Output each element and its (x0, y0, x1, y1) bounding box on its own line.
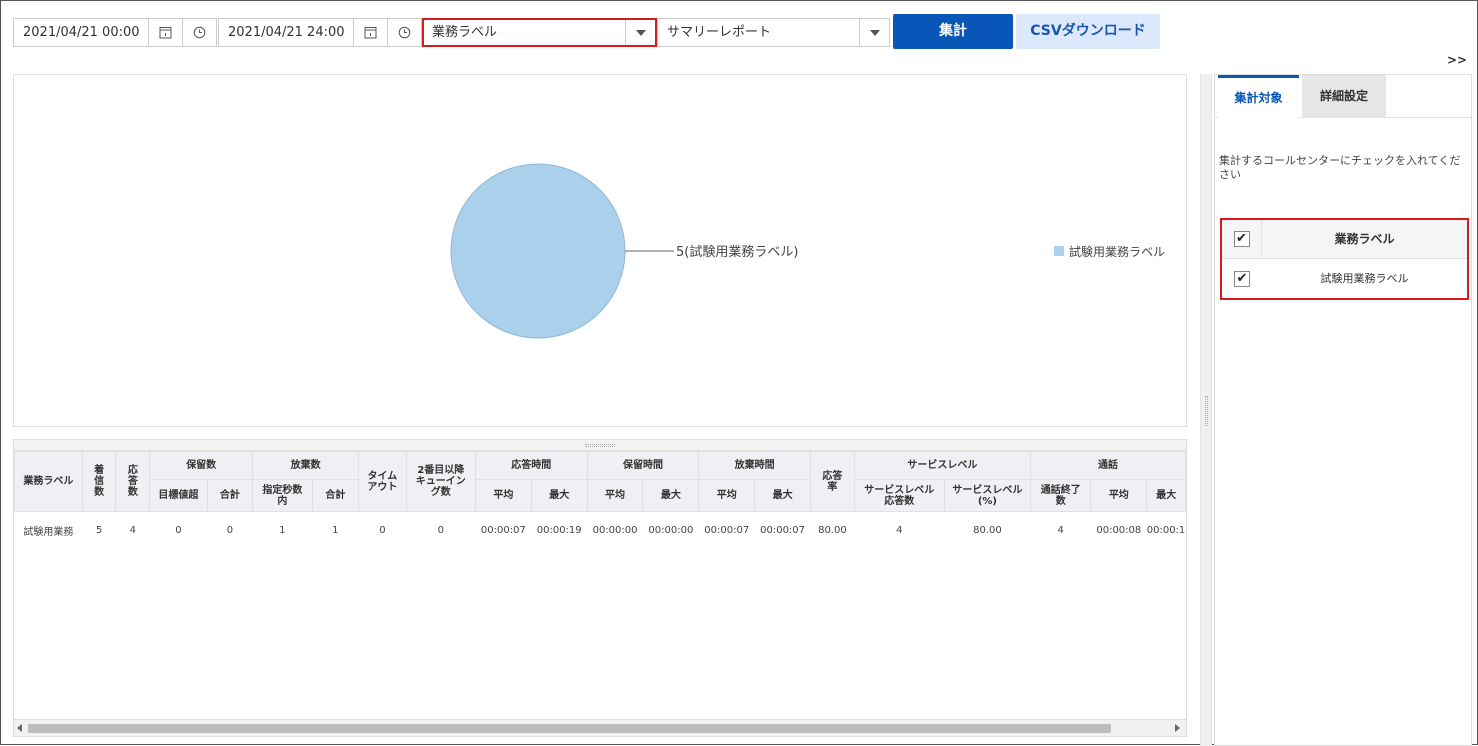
table-cell: 4 (896, 525, 903, 537)
legend-label[interactable]: 試験用業務ラベル (1069, 244, 1165, 259)
report-table-panel: 業務ラベル 着 信 数 応 答 数 保留数 放棄数 タイム アウト 2番目以降 … (13, 439, 1187, 737)
resize-handle[interactable] (14, 440, 1186, 451)
col-abandon-time-group: 放棄時間 (698, 451, 811, 480)
col-abandon-max[interactable]: 最大 (754, 479, 811, 512)
col-sl-pct[interactable]: サービスレベル (%) (943, 479, 1032, 512)
scroll-right-icon[interactable] (1175, 724, 1180, 732)
col-timeout[interactable]: タイム アウト (358, 451, 407, 512)
selection-header-row: ✔ 業務ラベル (1222, 220, 1467, 259)
pie-chart: 5(試験用業務ラベル) 試験用業務ラベル (450, 163, 1165, 339)
col-answered[interactable]: 応 答 数 (115, 451, 151, 512)
start-date-input[interactable]: 2021/04/21 00:00 (13, 18, 149, 47)
item-checkbox[interactable]: ✔ (1234, 270, 1250, 287)
table-cell: 0 (226, 525, 234, 537)
slice-label: 5(試験用業務ラベル) (676, 244, 798, 260)
side-tabs: 集計対象 詳細設定 (1215, 75, 1471, 119)
col-hold-group: 保留数 (149, 451, 254, 480)
tab-target[interactable]: 集計対象 (1218, 75, 1299, 119)
col-hold-target[interactable]: 目標値超 (149, 479, 208, 512)
col-hold-time-group: 保留時間 (586, 451, 700, 480)
end-date-input[interactable]: 2021/04/21 24:00 (218, 18, 354, 47)
chevron-down-icon (859, 19, 889, 46)
calendar-icon[interactable] (149, 18, 183, 47)
chevron-down-icon (625, 20, 655, 45)
col-hold-max[interactable]: 最大 (642, 479, 700, 512)
scrollbar-thumb[interactable] (28, 724, 1111, 733)
table-cell: 00:00:07 (480, 525, 526, 537)
table-cell: 0 (175, 525, 182, 537)
table-cell: 0 (437, 525, 444, 537)
col-incoming[interactable]: 着 信 数 (81, 451, 117, 512)
col-sl-count[interactable]: サービスレベル 応答数 (853, 479, 945, 512)
table-row[interactable]: 試験用業務 5 4 0 0 1 1 0 0 00:00:07 00:00:19 … (15, 512, 1186, 550)
table-cell: 00:00:07 (760, 525, 806, 537)
selection-hint: 集計するコールセンターにチェックを入れてください (1219, 154, 1461, 181)
list-item: ✔ 試験用業務ラベル (1222, 259, 1467, 298)
clock-icon[interactable] (388, 18, 422, 47)
table-cell: 00:00:1 (1146, 525, 1186, 537)
aggregate-button[interactable]: 集計 (893, 14, 1013, 49)
col-abandon-total[interactable]: 合計 (311, 479, 360, 512)
col-call-ended[interactable]: 通話終了 数 (1030, 479, 1092, 512)
scroll-left-icon[interactable] (17, 724, 22, 732)
horizontal-scrollbar[interactable] (14, 719, 1186, 736)
report-table: 業務ラベル 着 信 数 応 答 数 保留数 放棄数 タイム アウト 2番目以降 … (14, 451, 1186, 550)
tab-detail-settings[interactable]: 詳細設定 (1302, 75, 1386, 118)
group-by-value: 業務ラベル (432, 25, 498, 40)
table-cell: 1 (279, 525, 286, 537)
col-answer-time-group: 応答時間 (474, 451, 588, 480)
table-cell: 00:00:19 (536, 525, 582, 537)
table-cell: 00:00:00 (592, 525, 638, 537)
table-cell: 5 (95, 525, 103, 537)
table-cell: 4 (129, 525, 137, 537)
selection-item-label: 試験用業務ラベル (1320, 272, 1409, 285)
table-cell: 1 (332, 525, 339, 537)
csv-download-button[interactable]: CSVダウンロード (1016, 14, 1160, 49)
label-selection-table: ✔ 業務ラベル ✔ 試験用業務ラベル (1220, 218, 1469, 300)
table-cell: 0 (379, 525, 386, 537)
col-call-avg[interactable]: 平均 (1090, 479, 1148, 512)
chart-panel: 5(試験用業務ラベル) 試験用業務ラベル (13, 74, 1187, 427)
col-call-max[interactable]: 最大 (1146, 479, 1186, 512)
report-type-value: サマリーレポート (667, 25, 772, 40)
col-label[interactable]: 業務ラベル (14, 451, 83, 512)
table-cell: 00:00:08 (1096, 525, 1142, 537)
panel-splitter[interactable] (1200, 74, 1212, 746)
clock-icon[interactable] (183, 18, 217, 47)
pie-slice[interactable] (450, 163, 626, 339)
table-cell: 試験用業務 (23, 527, 74, 539)
select-all-checkbox[interactable]: ✔ (1233, 231, 1250, 247)
col-abandon-group: 放棄数 (252, 451, 360, 480)
expand-panel-button[interactable]: >> (1447, 53, 1467, 67)
col-call-group: 通話 (1030, 451, 1186, 480)
col-hold-total[interactable]: 合計 (206, 479, 254, 512)
table-cell: 4 (1057, 525, 1064, 537)
group-by-select[interactable]: 業務ラベル (422, 18, 657, 47)
col-answer-rate[interactable]: 応答 率 (810, 451, 855, 512)
side-panel: 集計対象 詳細設定 集計するコールセンターにチェックを入れてください ✔ 業務ラ… (1214, 74, 1472, 746)
table-cell: 80.00 (818, 525, 847, 537)
app-frame: 2021/04/21 00:00 2021/04/21 24:00 業務ラベル … (0, 0, 1478, 746)
col-service-level-group: サービスレベル (853, 451, 1032, 480)
selection-header-label: 業務ラベル (1334, 232, 1395, 246)
table-cell: 00:00:07 (704, 525, 750, 537)
legend-swatch (1054, 246, 1064, 256)
col-hold-avg[interactable]: 平均 (586, 479, 644, 512)
report-type-select[interactable]: サマリーレポート (657, 18, 890, 47)
col-queuing[interactable]: 2番目以降 キューイン グ数 (405, 451, 476, 512)
table-cell: 80.00 (973, 525, 1002, 537)
calendar-icon[interactable] (354, 18, 388, 47)
table-cell: 00:00:00 (648, 525, 694, 537)
col-abandon-within[interactable]: 指定秒数 内 (252, 479, 313, 512)
col-abandon-avg[interactable]: 平均 (698, 479, 756, 512)
col-answer-avg[interactable]: 平均 (474, 479, 532, 512)
col-answer-max[interactable]: 最大 (530, 479, 588, 512)
